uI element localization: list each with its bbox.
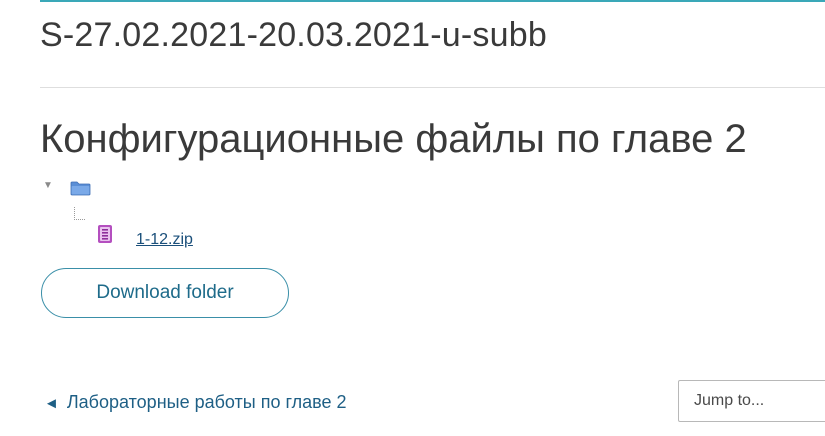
archive-file-icon: [96, 224, 114, 244]
download-folder-button[interactable]: Download folder: [41, 268, 289, 318]
jump-to-placeholder: Jump to...: [694, 392, 765, 409]
folder-icon: [70, 180, 91, 196]
jump-to-select[interactable]: Jump to...: [678, 380, 825, 422]
left-arrow-icon: ◄: [44, 395, 59, 412]
tree-connector: [74, 207, 85, 220]
file-link-zip[interactable]: 1-12.zip: [136, 231, 193, 249]
header-accent-line: [40, 0, 825, 2]
previous-activity-label: Лабораторные работы по главе 2: [66, 392, 347, 412]
course-title: S-27.02.2021-20.03.2021-u-subb: [40, 16, 547, 54]
header-divider: [40, 87, 825, 88]
previous-activity-link[interactable]: ◄ Лабораторные работы по главе 2: [44, 392, 347, 413]
page-title: Конфигурационные файлы по главе 2: [40, 117, 747, 161]
page: S-27.02.2021-20.03.2021-u-subb Конфигура…: [0, 0, 825, 436]
tree-collapse-toggle-icon[interactable]: ▼: [43, 180, 53, 191]
